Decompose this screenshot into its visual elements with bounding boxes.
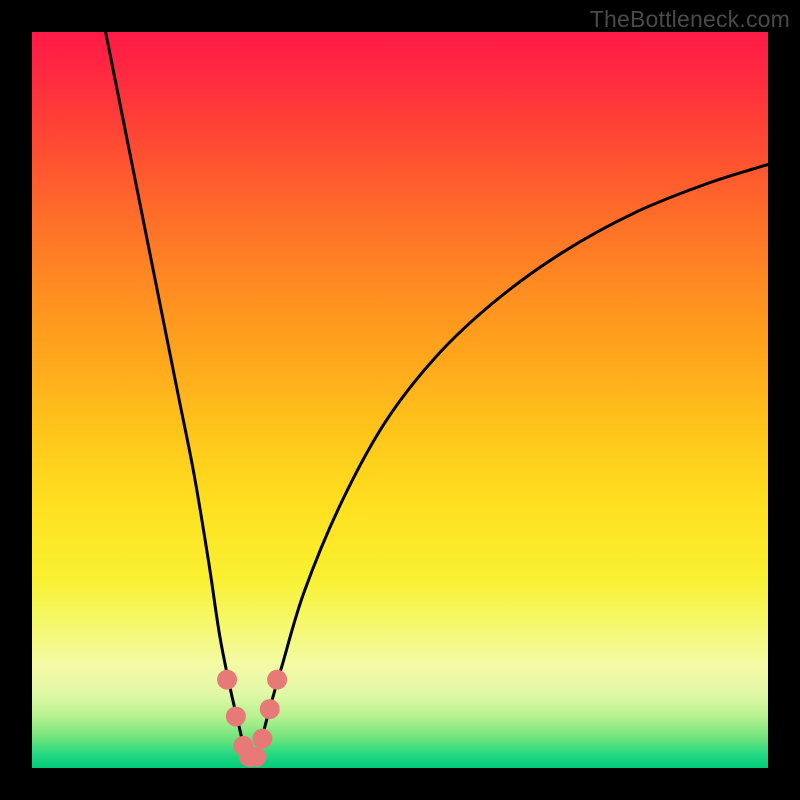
- trough-marker: [260, 699, 280, 719]
- trough-marker: [267, 670, 287, 690]
- curve-left-branch: [106, 32, 246, 757]
- trough-marker: [246, 747, 266, 767]
- curve-right-branch: [256, 164, 768, 756]
- trough-markers: [217, 670, 287, 767]
- trough-marker: [252, 729, 272, 749]
- watermark-text: TheBottleneck.com: [590, 6, 790, 33]
- chart-stage: TheBottleneck.com: [0, 0, 800, 800]
- trough-marker: [226, 706, 246, 726]
- curve-layer: [32, 32, 768, 768]
- plot-area: [32, 32, 768, 768]
- trough-marker: [217, 670, 237, 690]
